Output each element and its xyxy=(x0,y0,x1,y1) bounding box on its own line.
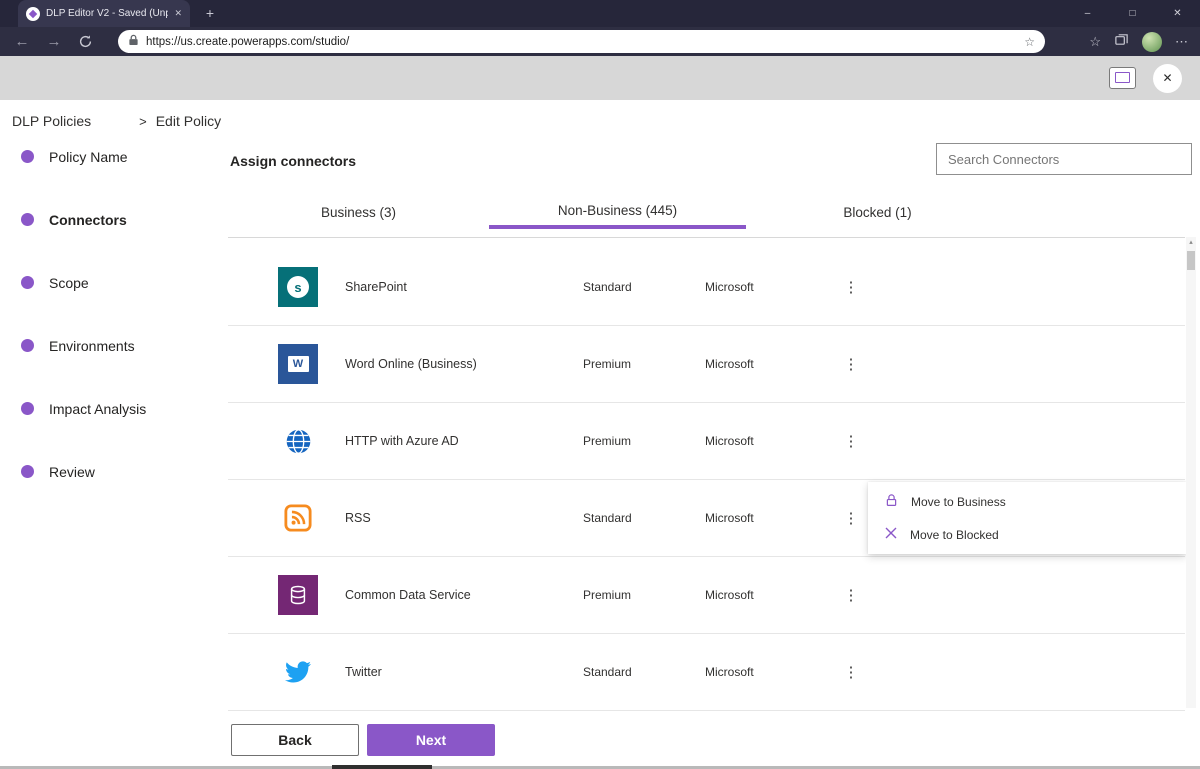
connector-row-http-azure-ad: HTTP with Azure AD Premium Microsoft ⋮ xyxy=(228,403,1185,480)
connector-name: Word Online (Business) xyxy=(345,357,583,371)
word-icon: W xyxy=(278,344,318,384)
connector-name: Twitter xyxy=(345,665,583,679)
back-button[interactable]: ← xyxy=(8,27,36,56)
connector-row-word-online: W Word Online (Business) Premium Microso… xyxy=(228,326,1185,403)
tab-blocked[interactable]: Blocked (1) xyxy=(746,195,1009,229)
browser-menu-icon[interactable]: ⋯ xyxy=(1175,34,1188,50)
row-more-icon[interactable]: ⋮ xyxy=(840,665,862,680)
connector-row-sharepoint: s SharePoint Standard Microsoft ⋮ xyxy=(228,249,1185,326)
collections-icon[interactable] xyxy=(1114,32,1129,52)
window-controls: – □ ✕ xyxy=(1065,0,1200,27)
database-icon xyxy=(278,575,318,615)
step-dot-icon xyxy=(21,465,34,478)
row-more-icon[interactable]: ⋮ xyxy=(840,588,862,603)
row-more-icon[interactable]: ⋮ xyxy=(840,434,862,449)
connector-name: HTTP with Azure AD xyxy=(345,434,583,448)
row-more-icon[interactable]: ⋮ xyxy=(840,357,862,372)
scroll-up-icon[interactable]: ▴ xyxy=(1186,237,1196,249)
globe-icon xyxy=(278,421,318,461)
connector-publisher: Microsoft xyxy=(705,588,840,602)
step-environments[interactable]: Environments xyxy=(0,314,228,377)
step-dot-icon xyxy=(21,213,34,226)
step-dot-icon xyxy=(21,150,34,163)
row-more-icon[interactable]: ⋮ xyxy=(840,280,862,295)
toolbar-right: ☆ ⋯ xyxy=(1089,27,1188,56)
refresh-button[interactable] xyxy=(78,34,93,54)
browser-toolbar: ← → https://us.create.powerapps.com/stud… xyxy=(0,27,1200,56)
minimize-button[interactable]: – xyxy=(1065,0,1110,27)
browser-tab[interactable]: DLP Editor V2 - Saved (Unpublish ✕ xyxy=(18,0,190,27)
scrollbar-thumb[interactable] xyxy=(1187,251,1195,270)
connector-row-twitter: Twitter Standard Microsoft ⋮ xyxy=(228,634,1185,711)
maximize-button[interactable]: □ xyxy=(1110,0,1155,27)
page-title: Assign connectors xyxy=(230,153,356,169)
connector-tier: Standard xyxy=(583,665,705,679)
tab-business[interactable]: Business (3) xyxy=(228,195,489,229)
profile-avatar[interactable] xyxy=(1142,32,1162,52)
connector-list: s SharePoint Standard Microsoft ⋮ W Word… xyxy=(228,249,1185,711)
favorites-icon[interactable]: ☆ xyxy=(1089,34,1101,50)
browser-titlebar: DLP Editor V2 - Saved (Unpublish ✕ + – □… xyxy=(0,0,1200,27)
row-more-icon[interactable]: ⋮ xyxy=(840,511,862,526)
connector-name: RSS xyxy=(345,511,583,525)
window-close-button[interactable]: ✕ xyxy=(1155,0,1200,27)
forward-button[interactable]: → xyxy=(40,27,68,56)
step-dot-icon xyxy=(21,339,34,352)
connector-name: SharePoint xyxy=(345,280,583,294)
browser-tab-title: DLP Editor V2 - Saved (Unpublish xyxy=(46,8,168,19)
dlp-editor-page: DLP Policies > Edit Policy Policy Name C… xyxy=(0,100,1200,765)
rss-icon xyxy=(278,498,318,538)
step-dot-icon xyxy=(21,402,34,415)
connector-row-common-data-service: Common Data Service Premium Microsoft ⋮ xyxy=(228,557,1185,634)
connector-publisher: Microsoft xyxy=(705,434,840,448)
dialog-header-band: ✕ xyxy=(0,56,1200,100)
tabs-divider xyxy=(228,237,1185,238)
connector-name: Common Data Service xyxy=(345,588,583,602)
list-scrollbar[interactable]: ▴ xyxy=(1186,237,1196,708)
powerapps-favicon-icon xyxy=(26,7,40,21)
tab-close-icon[interactable]: ✕ xyxy=(174,8,182,19)
row-context-menu: Move to Business Move to Blocked xyxy=(868,482,1186,554)
connector-publisher: Microsoft xyxy=(705,280,840,294)
connector-publisher: Microsoft xyxy=(705,511,840,525)
sharepoint-icon: s xyxy=(278,267,318,307)
back-step-button[interactable]: Back xyxy=(231,724,359,756)
dialog-close-button[interactable]: ✕ xyxy=(1153,64,1182,93)
connector-publisher: Microsoft xyxy=(705,357,840,371)
step-scope[interactable]: Scope xyxy=(0,251,228,314)
step-connectors[interactable]: Connectors xyxy=(0,188,228,251)
new-tab-button[interactable]: + xyxy=(200,3,220,23)
tab-non-business[interactable]: Non-Business (445) xyxy=(489,195,746,229)
step-impact-analysis[interactable]: Impact Analysis xyxy=(0,377,228,440)
menu-item-move-to-blocked[interactable]: Move to Blocked xyxy=(868,518,1186,551)
connector-tier: Premium xyxy=(583,434,705,448)
lock-icon xyxy=(128,33,139,51)
connector-publisher: Microsoft xyxy=(705,665,840,679)
next-step-button[interactable]: Next xyxy=(367,724,495,756)
connector-tabs: Business (3) Non-Business (445) Blocked … xyxy=(228,195,1009,229)
x-icon xyxy=(884,526,898,543)
policy-stepper: Policy Name Connectors Scope Environment… xyxy=(0,125,228,503)
connector-tier: Standard xyxy=(583,280,705,294)
taskbar-sliver xyxy=(332,765,432,769)
search-connectors-input[interactable] xyxy=(936,143,1192,175)
restore-dialog-icon[interactable] xyxy=(1109,67,1136,89)
connector-tier: Premium xyxy=(583,588,705,602)
step-review[interactable]: Review xyxy=(0,440,228,503)
step-dot-icon xyxy=(21,276,34,289)
connector-tier: Standard xyxy=(583,511,705,525)
add-favorite-icon[interactable]: ☆ xyxy=(1024,35,1035,49)
menu-item-move-to-business[interactable]: Move to Business xyxy=(868,485,1186,518)
lock-icon xyxy=(884,493,899,511)
connector-tier: Premium xyxy=(583,357,705,371)
step-policy-name[interactable]: Policy Name xyxy=(0,125,228,188)
url-text: https://us.create.powerapps.com/studio/ xyxy=(146,36,349,48)
address-bar[interactable]: https://us.create.powerapps.com/studio/ … xyxy=(118,30,1045,53)
twitter-icon xyxy=(278,652,318,692)
